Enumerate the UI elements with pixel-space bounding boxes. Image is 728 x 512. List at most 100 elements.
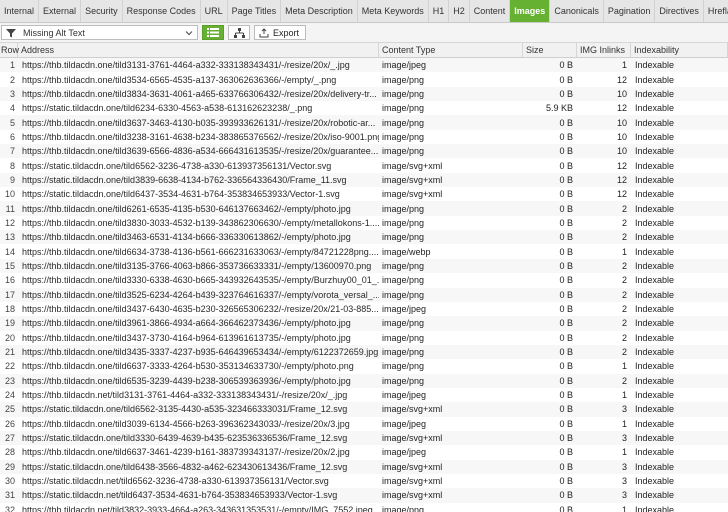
tab-response-codes[interactable]: Response Codes: [122, 0, 201, 22]
table-row[interactable]: 14 https://thb.tildacdn.one/tild6634-3738…: [0, 244, 728, 258]
row-number: 31: [4, 490, 15, 501]
tab-directives[interactable]: Directives: [655, 0, 704, 22]
address-cell: https://thb.tildacdn.one/tild3834-3631-4…: [22, 88, 377, 99]
table-row[interactable]: 20 https://thb.tildacdn.one/tild3437-3730…: [0, 331, 728, 345]
table-row[interactable]: 1 https://thb.tildacdn.one/tild3131-3761-…: [0, 58, 728, 73]
size-cell: 0 B: [559, 160, 573, 171]
table-row[interactable]: 10 https://static.tildacdn.one/tild6437-3…: [0, 187, 728, 201]
table-row[interactable]: 29 https://static.tildacdn.one/tild6438-3…: [0, 459, 728, 474]
table-row[interactable]: 9 https://static.tildacdn.one/tild3839-66…: [0, 172, 728, 188]
table-row[interactable]: 6 https://thb.tildacdn.one/tild3238-3161-…: [0, 130, 728, 144]
table-row[interactable]: 8 https://static.tildacdn.one/tild6562-32…: [0, 158, 728, 172]
tab-internal[interactable]: Internal: [0, 0, 40, 22]
img-inlinks-cell: 2: [621, 289, 627, 300]
table-row[interactable]: 27 https://static.tildacdn.one/tild3330-6…: [0, 430, 728, 446]
col-header-img-inlinks[interactable]: IMG Inlinks: [577, 43, 631, 57]
indexability-cell: Indexable: [635, 232, 675, 243]
table-row[interactable]: 32 https://thb.tildacdn.net/tild3832-3933…: [0, 503, 728, 512]
row-number: 18: [4, 304, 15, 315]
address-cell: https://static.tildacdn.one/tild6438-356…: [22, 461, 348, 472]
img-inlinks-cell: 1: [621, 390, 627, 401]
col-header-row[interactable]: Row: [0, 43, 19, 57]
table-row[interactable]: 31 https://static.tildacdn.net/tild6437-3…: [0, 488, 728, 503]
indexability-cell: Indexable: [635, 504, 675, 512]
col-header-indexability[interactable]: Indexability: [631, 43, 728, 57]
table-row[interactable]: 25 https://static.tildacdn.one/tild6562-3…: [0, 402, 728, 417]
filter-dropdown[interactable]: Missing Alt Text: [1, 25, 198, 40]
indexability-cell: Indexable: [635, 203, 675, 214]
indexability-cell: Indexable: [635, 146, 675, 157]
tab-meta-description[interactable]: Meta Description: [281, 0, 358, 22]
table-row[interactable]: 3 https://thb.tildacdn.one/tild3834-3631-…: [0, 86, 728, 102]
img-inlinks-cell: 12: [616, 74, 627, 85]
img-inlinks-cell: 2: [621, 318, 627, 329]
table-row[interactable]: 13 https://thb.tildacdn.one/tild3463-6531…: [0, 230, 728, 245]
content-type-cell: image/jpeg: [382, 447, 427, 458]
tab-hreflang[interactable]: Hreflang: [703, 0, 728, 22]
table-row[interactable]: 30 https://static.tildacdn.net/tild6562-3…: [0, 474, 728, 488]
tab-external[interactable]: External: [39, 0, 82, 22]
size-cell: 0 B: [559, 275, 573, 286]
img-inlinks-cell: 1: [621, 246, 627, 257]
col-header-address[interactable]: Address: [18, 43, 379, 57]
img-inlinks-cell: 2: [621, 203, 627, 214]
tab-h2[interactable]: H2: [449, 0, 470, 22]
indexability-cell: Indexable: [635, 447, 675, 458]
row-number: 5: [9, 117, 15, 128]
indexability-cell: Indexable: [635, 375, 675, 386]
table-row[interactable]: 23 https://thb.tildacdn.one/tild6535-3239…: [0, 373, 728, 388]
export-button[interactable]: Export: [254, 25, 307, 40]
col-header-size[interactable]: Size: [523, 43, 577, 57]
tab-images[interactable]: Images: [510, 0, 551, 22]
table-row[interactable]: 2 https://thb.tildacdn.one/tild3534-6565-…: [0, 72, 728, 86]
table-row[interactable]: 17 https://thb.tildacdn.one/tild3525-6234…: [0, 287, 728, 302]
tab-page-titles[interactable]: Page Titles: [227, 0, 282, 22]
address-cell: https://thb.tildacdn.one/tild3830-3033-4…: [22, 217, 379, 228]
img-inlinks-cell: 3: [621, 433, 627, 444]
address-cell: https://static.tildacdn.one/tild6437-353…: [22, 189, 340, 200]
table-row[interactable]: 5 https://thb.tildacdn.one/tild3637-3463-…: [0, 115, 728, 130]
indexability-cell: Indexable: [635, 260, 675, 271]
tab-meta-keywords[interactable]: Meta Keywords: [357, 0, 429, 22]
table-row[interactable]: 21 https://thb.tildacdn.one/tild3435-3337…: [0, 344, 728, 360]
tab-url[interactable]: URL: [200, 0, 228, 22]
tab-canonicals[interactable]: Canonicals: [550, 0, 604, 22]
table-row[interactable]: 4 https://static.tildacdn.one/tild6234-63…: [0, 101, 728, 115]
table-row[interactable]: 16 https://thb.tildacdn.one/tild3330-6338…: [0, 273, 728, 287]
indexability-cell: Indexable: [635, 390, 675, 401]
tree-view-button[interactable]: [228, 25, 250, 40]
table-row[interactable]: 7 https://thb.tildacdn.one/tild3639-6566-…: [0, 144, 728, 159]
img-inlinks-cell: 2: [621, 217, 627, 228]
address-cell: https://thb.tildacdn.one/tild3437-6430-4…: [22, 304, 379, 315]
indexability-cell: Indexable: [635, 117, 675, 128]
table-row[interactable]: 22 https://thb.tildacdn.one/tild6637-3333…: [0, 359, 728, 373]
address-cell: https://static.tildacdn.one/tild6234-633…: [22, 103, 313, 114]
content-type-cell: image/png: [382, 275, 425, 286]
table-row[interactable]: 15 https://thb.tildacdn.one/tild3135-3766…: [0, 258, 728, 274]
table-row[interactable]: 24 https://thb.tildacdn.net/tild3131-3761…: [0, 388, 728, 402]
table-row[interactable]: 28 https://thb.tildacdn.one/tild6637-3461…: [0, 445, 728, 459]
list-view-button[interactable]: [202, 25, 224, 40]
indexability-cell: Indexable: [635, 332, 675, 343]
address-cell: https://thb.tildacdn.one/tild6535-3239-4…: [22, 375, 351, 386]
tab-security[interactable]: Security: [81, 0, 123, 22]
col-header-content-type[interactable]: Content Type: [379, 43, 523, 57]
table-row[interactable]: 11 https://thb.tildacdn.one/tild6261-6535…: [0, 201, 728, 216]
table-row[interactable]: 18 https://thb.tildacdn.one/tild3437-6430…: [0, 302, 728, 316]
table-row[interactable]: 12 https://thb.tildacdn.one/tild3830-3033…: [0, 216, 728, 230]
size-cell: 0 B: [559, 461, 573, 472]
indexability-cell: Indexable: [635, 476, 675, 487]
tab-pagination[interactable]: Pagination: [603, 0, 656, 22]
indexability-cell: Indexable: [635, 103, 675, 114]
indexability-cell: Indexable: [635, 74, 675, 85]
content-type-cell: image/png: [382, 260, 425, 271]
row-number: 8: [9, 160, 15, 171]
tab-content[interactable]: Content: [469, 0, 511, 22]
table-row[interactable]: 19 https://thb.tildacdn.one/tild3961-3866…: [0, 316, 728, 331]
table-row[interactable]: 26 https://thb.tildacdn.one/tild3039-6134…: [0, 417, 728, 431]
content-type-cell: image/png: [382, 74, 425, 85]
content-type-cell: image/svg+xml: [382, 404, 443, 415]
row-number: 10: [4, 189, 15, 200]
content-type-cell: image/png: [382, 103, 425, 114]
tab-h1[interactable]: H1: [428, 0, 450, 22]
